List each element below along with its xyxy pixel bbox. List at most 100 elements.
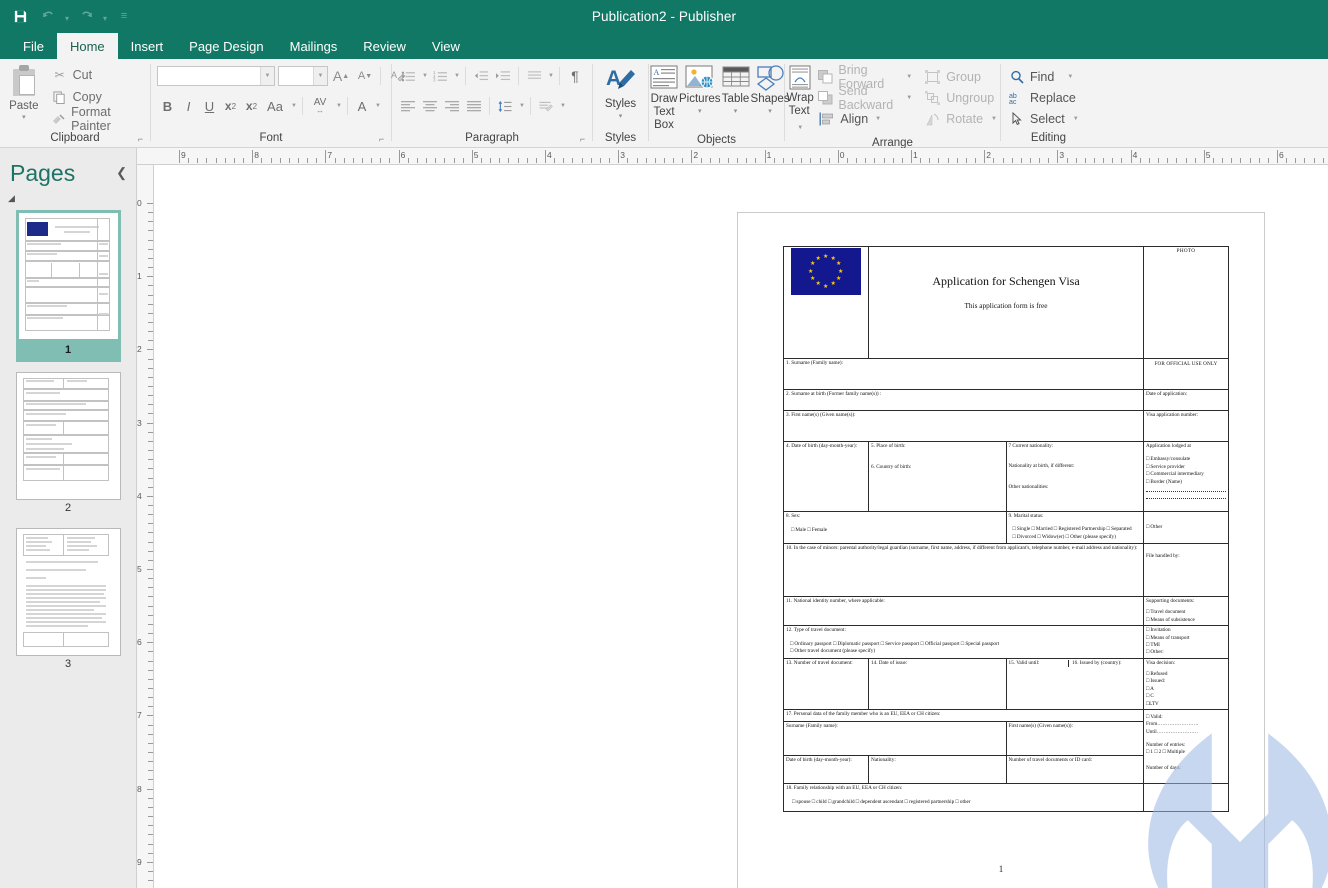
subscript-button[interactable]: x2 — [220, 95, 241, 117]
align-right-button[interactable] — [441, 95, 463, 117]
paragraph-format-button[interactable] — [535, 95, 557, 117]
align-left-button[interactable] — [397, 95, 419, 117]
baseline-guides-caret-icon[interactable]: ▼ — [545, 65, 555, 87]
ungroup-button[interactable]: Ungroup — [921, 87, 1000, 108]
character-spacing-button[interactable]: AV ↔ — [307, 95, 333, 117]
justify-button[interactable] — [463, 95, 485, 117]
bullets-caret-icon[interactable]: ▼ — [419, 65, 429, 87]
bring-forward-caret-icon[interactable]: ▼ — [906, 74, 912, 80]
field-family-first-names[interactable]: First name(s) (Given name(s)): — [1005, 720, 1144, 756]
vertical-ruler[interactable]: 01234567891011 — [137, 165, 154, 888]
shrink-font-button[interactable]: A ▼ — [354, 65, 376, 87]
tab-insert[interactable]: Insert — [118, 33, 177, 59]
line-spacing-caret-icon[interactable]: ▼ — [516, 95, 526, 117]
tab-view[interactable]: View — [419, 33, 473, 59]
official-supporting-documents[interactable]: Supporting documents: □ Travel document … — [1143, 595, 1229, 627]
field-nationalities[interactable]: 7 Current nationality: Nationality at bi… — [1005, 441, 1144, 512]
official-visa-application-number[interactable]: Visa application number: — [1143, 410, 1229, 442]
rotate-caret-icon[interactable]: ▼ — [991, 116, 997, 122]
replace-button[interactable]: ab ac Replace — [1005, 87, 1082, 108]
field-family-date-of-birth[interactable]: Date of birth (day-month-year): — [783, 754, 869, 784]
superscript-button[interactable]: x2 — [241, 95, 262, 117]
clipboard-dialog-launcher[interactable]: ⌐ — [135, 134, 146, 145]
change-case-button[interactable]: Aa — [262, 95, 288, 117]
wrap-text-caret-icon[interactable]: ▼ — [797, 125, 803, 131]
draw-text-box-button[interactable]: A Draw Text Box — [649, 63, 679, 132]
select-caret-icon[interactable]: ▼ — [1073, 116, 1079, 122]
table-dropdown-caret[interactable]: ▾ — [734, 107, 738, 115]
font-color-caret-icon[interactable]: ▼ — [372, 95, 382, 117]
field-marital-status[interactable]: 9. Marital status: □ Single □ Married □ … — [1005, 511, 1144, 544]
align-center-button[interactable] — [419, 95, 441, 117]
rotate-button[interactable]: Rotate ▼ — [921, 108, 1000, 129]
field-family-relationship[interactable]: 18. Family relationship with an EU, EEA … — [783, 782, 1144, 812]
field-valid-until-issued-by[interactable]: 15. Valid until: 16. Issued by (country)… — [1005, 657, 1144, 710]
increase-indent-button[interactable] — [492, 65, 514, 87]
tab-home[interactable]: Home — [56, 33, 118, 59]
pages-section-expander-icon[interactable]: ◢ — [0, 187, 136, 208]
shapes-dropdown-caret[interactable]: ▾ — [768, 107, 772, 115]
field-family-member-data[interactable]: 17. Personal data of the family member w… — [783, 708, 1144, 722]
official-other[interactable]: □ Other — [1143, 511, 1229, 544]
cut-button[interactable]: ✂ Cut — [48, 65, 150, 85]
paragraph-dialog-launcher[interactable]: ⌐ — [577, 134, 588, 145]
field-number-of-travel-document[interactable]: 13. Number of travel document: — [783, 657, 869, 710]
grow-font-button[interactable]: A ▲ — [330, 65, 352, 87]
page-thumbnail-2[interactable]: 2 — [15, 372, 121, 520]
field-surname[interactable]: 1. Surname (Family name): — [783, 358, 1144, 390]
bold-button[interactable]: B — [157, 95, 178, 117]
document-canvas[interactable]: ★ ★ ★ ★ ★ ★ ★ ★ ★ ★ ★ ★ Application for Schengen Vi… — [154, 165, 1328, 888]
field-family-surname[interactable]: Surname (Family name): — [783, 720, 1007, 756]
font-color-button[interactable]: A — [352, 95, 372, 117]
field-family-nationality[interactable]: Nationality: — [868, 754, 1007, 784]
field-date-of-issue[interactable]: 14. Date of issue: — [868, 657, 1007, 710]
character-spacing-caret-icon[interactable]: ▼ — [333, 95, 343, 117]
font-name-combo[interactable]: ▼ — [157, 66, 275, 86]
paste-dropdown-caret[interactable]: ▾ — [22, 113, 26, 121]
find-caret-icon[interactable]: ▼ — [1067, 74, 1073, 80]
page-thumbnail-1[interactable]: 1 — [15, 210, 121, 362]
paragraph-format-caret-icon[interactable]: ▼ — [557, 95, 567, 117]
pictures-dropdown-caret[interactable]: ▾ — [698, 107, 702, 115]
font-size-caret-icon[interactable]: ▼ — [313, 67, 327, 85]
field-type-of-travel-document[interactable]: 12. Type of travel document: □ Ordinary … — [783, 625, 1144, 659]
tab-review[interactable]: Review — [350, 33, 419, 59]
horizontal-ruler[interactable]: 9876543210123456789 — [137, 148, 1328, 165]
document-page[interactable]: ★ ★ ★ ★ ★ ★ ★ ★ ★ ★ ★ ★ Application for Schengen Vi… — [737, 212, 1265, 888]
format-painter-button[interactable]: Format Painter — [48, 105, 150, 133]
collapse-panel-icon[interactable]: ❮ — [116, 165, 127, 181]
field-first-names[interactable]: 3. First name(s) (Given name(s)): — [783, 410, 1144, 442]
official-date-of-application[interactable]: Date of application: — [1143, 389, 1229, 411]
field-family-travel-document-number[interactable]: Number of travel documents or ID card: — [1005, 754, 1144, 784]
official-valid-entries-days[interactable]: □ Valid: From…………………… Until…………………… Numb… — [1143, 708, 1229, 784]
align-button[interactable]: Align ▼ — [815, 108, 915, 129]
numbering-button[interactable]: 123 — [429, 65, 451, 87]
send-backward-button[interactable]: Send Backward ▼ — [815, 84, 915, 112]
table-button[interactable]: Table ▾ — [721, 63, 751, 115]
paste-button[interactable]: Paste ▾ — [0, 63, 48, 121]
pictures-button[interactable]: Pictures ▾ — [679, 63, 721, 115]
field-national-identity-number[interactable]: 11. National identity number, where appl… — [783, 595, 1144, 627]
official-file-handled-by[interactable]: File handled by: — [1143, 543, 1229, 597]
field-date-of-birth[interactable]: 4. Date of birth (day-month-year): — [783, 441, 869, 512]
decrease-indent-button[interactable] — [470, 65, 492, 87]
select-button[interactable]: Select ▼ — [1005, 108, 1082, 129]
tab-mailings[interactable]: Mailings — [277, 33, 351, 59]
field-surname-at-birth[interactable]: 2. Surname at birth (Former family name(… — [783, 389, 1144, 411]
tab-file[interactable]: File — [10, 33, 57, 59]
field-minors-guardian[interactable]: 10. In the case of minors: parental auth… — [783, 543, 1144, 597]
find-button[interactable]: Find ▼ — [1005, 66, 1082, 87]
official-visa-decision[interactable]: Visa decision: □ Refused □ Issued: □ A □… — [1143, 657, 1229, 710]
change-case-caret-icon[interactable]: ▼ — [288, 95, 298, 117]
show-special-characters-button[interactable]: ¶ — [564, 65, 586, 87]
italic-button[interactable]: I — [178, 95, 199, 117]
numbering-caret-icon[interactable]: ▼ — [451, 65, 461, 87]
copy-button[interactable]: Copy — [48, 87, 150, 107]
official-application-lodged-at[interactable]: Application lodged at □ Embassy/consulat… — [1143, 441, 1229, 512]
official-supporting-documents-2[interactable]: □ Invitation □ Means of transport □ TMI … — [1143, 625, 1229, 659]
baseline-guides-button[interactable] — [523, 65, 545, 87]
wrap-text-button[interactable]: Wrap Text ▼ — [785, 63, 815, 135]
shapes-button[interactable]: Shapes ▾ — [751, 63, 790, 115]
bullets-button[interactable] — [397, 65, 419, 87]
styles-button[interactable]: A Styles ▾ — [594, 63, 648, 120]
